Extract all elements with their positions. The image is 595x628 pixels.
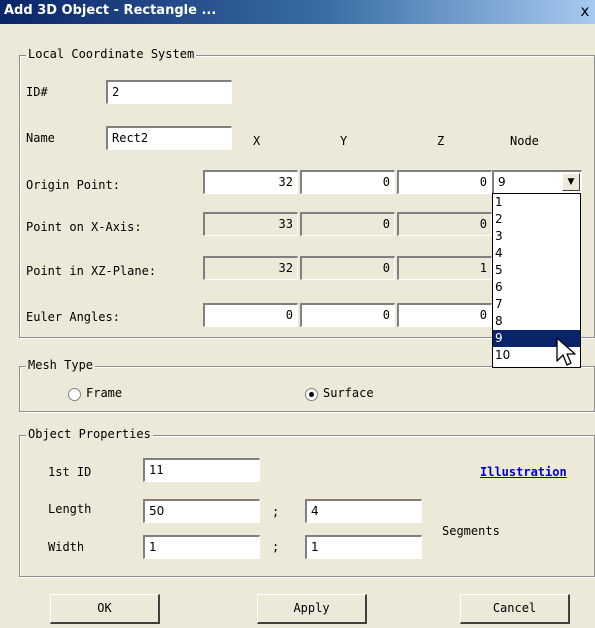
title-bar: Add 3D Object - Rectangle ... x <box>0 0 595 24</box>
origin-x-field[interactable]: 32 <box>203 170 298 194</box>
width-label: Width <box>48 540 85 554</box>
mesh-type-legend: Mesh Type <box>26 358 96 372</box>
x-axis-point-label: Point on X-Axis: <box>26 220 142 234</box>
illustration-link[interactable]: Illustration <box>480 465 567 479</box>
origin-z-field[interactable]: 0 <box>397 170 492 194</box>
close-button[interactable]: x <box>575 1 595 21</box>
first-id-label: 1st ID <box>48 465 92 479</box>
length-segments-field[interactable]: 4 <box>305 499 422 523</box>
length-label: Length <box>48 502 92 516</box>
mouse-pointer-icon <box>556 337 576 366</box>
column-x-label: X <box>253 134 261 148</box>
x-axis-x-field[interactable]: 33 <box>203 212 298 236</box>
apply-button[interactable]: Apply <box>257 594 367 624</box>
width-segments-field[interactable]: 1 <box>305 535 422 559</box>
column-node-label: Node <box>510 134 539 148</box>
xz-plane-point-label: Point in XZ-Plane: <box>26 264 157 278</box>
length-field[interactable]: 50 <box>143 499 260 523</box>
width-separator: ; <box>272 540 280 554</box>
node-option[interactable]: 6 <box>493 279 580 296</box>
column-y-label: Y <box>340 134 348 148</box>
node-option[interactable]: 5 <box>493 262 580 279</box>
object-properties-legend: Object Properties <box>26 427 153 441</box>
origin-y-field[interactable]: 0 <box>300 170 395 194</box>
node-option[interactable]: 3 <box>493 228 580 245</box>
ok-button[interactable]: OK <box>50 594 160 624</box>
length-separator: ; <box>272 505 280 519</box>
node-option[interactable]: 4 <box>493 245 580 262</box>
first-id-field[interactable]: 11 <box>143 458 260 482</box>
x-axis-y-field[interactable]: 0 <box>300 212 395 236</box>
euler-y-field[interactable]: 0 <box>300 303 395 327</box>
cancel-button[interactable]: Cancel <box>460 594 570 624</box>
id-field[interactable]: 2 <box>106 80 232 104</box>
local-coordinate-system-legend: Local Coordinate System <box>26 47 197 61</box>
name-field[interactable]: Rect2 <box>106 126 232 150</box>
frame-radio-icon[interactable] <box>68 388 81 401</box>
euler-angles-label: Euler Angles: <box>26 310 120 324</box>
surface-radio-icon[interactable] <box>305 388 318 401</box>
window-title: Add 3D Object - Rectangle ... <box>4 3 217 18</box>
x-axis-z-field[interactable]: 0 <box>397 212 492 236</box>
node-option[interactable]: 8 <box>493 313 580 330</box>
xz-plane-z-field[interactable]: 1 <box>397 256 492 280</box>
id-label: ID# <box>26 85 48 99</box>
node-option[interactable]: 7 <box>493 296 580 313</box>
euler-x-field[interactable]: 0 <box>203 303 298 327</box>
node-option[interactable]: 1 <box>493 194 580 211</box>
column-z-label: Z <box>437 134 445 148</box>
chevron-down-icon[interactable]: ▼ <box>562 173 580 191</box>
euler-z-field[interactable]: 0 <box>397 303 492 327</box>
origin-point-label: Origin Point: <box>26 178 120 192</box>
width-field[interactable]: 1 <box>143 535 260 559</box>
xz-plane-x-field[interactable]: 32 <box>203 256 298 280</box>
surface-radio-label[interactable]: Surface <box>323 386 374 400</box>
node-option[interactable]: 2 <box>493 211 580 228</box>
frame-radio-label[interactable]: Frame <box>86 386 122 400</box>
node-select[interactable]: 9 ▼ <box>492 170 582 194</box>
segments-label: Segments <box>442 524 500 538</box>
name-label: Name <box>26 131 55 145</box>
xz-plane-y-field[interactable]: 0 <box>300 256 395 280</box>
node-select-value: 9 <box>498 175 506 189</box>
